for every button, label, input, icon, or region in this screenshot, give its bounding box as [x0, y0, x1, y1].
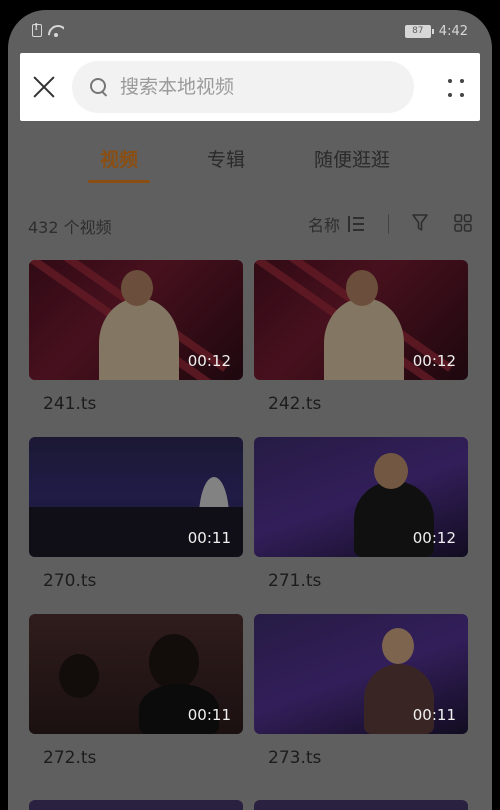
search-bar: [20, 53, 480, 121]
screen: 87 4:42 视频 专辑 随便逛逛 432 个视频: [8, 10, 492, 810]
status-bar: 87 4:42: [8, 10, 492, 50]
video-filename: 273.ts: [268, 748, 322, 768]
toolbar-divider: [388, 214, 389, 234]
search-field[interactable]: [72, 61, 414, 113]
video-thumbnail: 00:12: [29, 260, 243, 380]
video-duration: 00:12: [412, 529, 456, 547]
video-card[interactable]: 00:11 270.ts: [29, 437, 243, 591]
active-tab-indicator: [88, 180, 150, 183]
sim-alert-icon: [32, 22, 42, 37]
video-card[interactable]: 00:12 271.ts: [254, 437, 468, 591]
video-card[interactable]: 00:12 241.ts: [29, 260, 243, 414]
video-filename: 271.ts: [268, 571, 322, 591]
sort-label: 名称: [308, 216, 341, 235]
video-card-partial[interactable]: [254, 800, 468, 810]
sort-icon: [348, 216, 365, 232]
search-icon: [90, 78, 108, 96]
video-card[interactable]: 00:11 273.ts: [254, 614, 468, 768]
tab-videos[interactable]: 视频: [100, 145, 138, 172]
video-card[interactable]: 00:12 242.ts: [254, 260, 468, 414]
video-thumbnail: 00:12: [254, 260, 468, 380]
tab-browse[interactable]: 随便逛逛: [314, 145, 390, 172]
more-options-icon[interactable]: [446, 77, 468, 99]
grid-view-icon[interactable]: [454, 214, 472, 232]
tab-albums[interactable]: 专辑: [207, 145, 245, 172]
video-duration: 00:11: [187, 706, 231, 724]
video-thumbnail: 00:11: [29, 437, 243, 557]
battery-icon: 87: [404, 25, 434, 38]
video-duration: 00:11: [412, 706, 456, 724]
video-filename: 242.ts: [268, 394, 322, 414]
status-right: 87 4:42: [404, 24, 468, 39]
video-thumbnail: 00:11: [254, 614, 468, 734]
video-duration: 00:12: [187, 352, 231, 370]
video-filename: 241.ts: [43, 394, 97, 414]
tab-bar: 视频 专辑 随便逛逛: [8, 145, 492, 185]
list-toolbar: 432 个视频 名称: [8, 210, 492, 240]
video-duration: 00:12: [412, 352, 456, 370]
filter-icon[interactable]: [412, 214, 428, 232]
phone-frame: 87 4:42 视频 专辑 随便逛逛 432 个视频: [0, 0, 500, 810]
close-icon[interactable]: [30, 73, 58, 101]
video-card-partial[interactable]: [29, 800, 243, 810]
video-filename: 270.ts: [43, 571, 97, 591]
video-filename: 272.ts: [43, 748, 97, 768]
video-thumbnail: 00:11: [29, 614, 243, 734]
search-input[interactable]: [120, 76, 390, 98]
video-card[interactable]: 00:11 272.ts: [29, 614, 243, 768]
status-left: [32, 22, 64, 37]
status-time: 4:42: [438, 24, 468, 39]
video-thumbnail: 00:12: [254, 437, 468, 557]
sort-button[interactable]: 名称: [308, 212, 365, 236]
wifi-icon: [48, 25, 64, 37]
video-count: 432 个视频: [28, 218, 112, 237]
video-duration: 00:11: [187, 529, 231, 547]
